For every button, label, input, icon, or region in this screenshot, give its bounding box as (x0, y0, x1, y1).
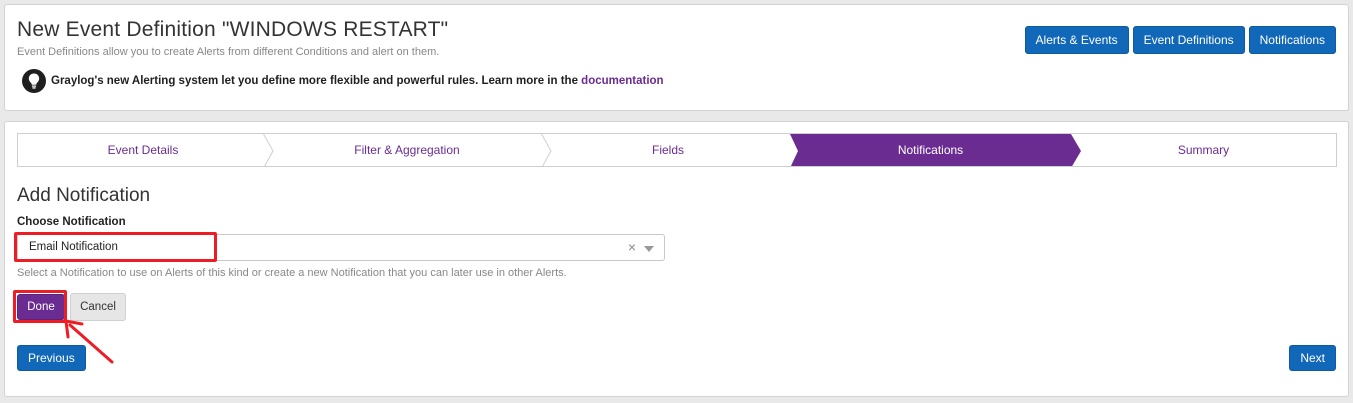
notification-select[interactable]: Email Notification × (17, 234, 665, 261)
wizard-steps: Event Details Filter & Aggregation Field… (17, 133, 1337, 167)
step-label: Fields (651, 143, 684, 157)
page-subtitle: Event Definitions allow you to create Al… (17, 46, 440, 58)
step-filter-aggregation[interactable]: Filter & Aggregation (268, 134, 552, 166)
page-title: New Event Definition "WINDOWS RESTART" (17, 18, 449, 41)
top-button-group: Alerts & Events Event Definitions Notifi… (1024, 26, 1336, 54)
step-notifications[interactable]: Notifications (790, 134, 1081, 166)
next-button[interactable]: Next (1289, 345, 1336, 371)
event-definitions-button[interactable]: Event Definitions (1132, 26, 1245, 54)
main-panel: Event Details Filter & Aggregation Field… (4, 121, 1349, 397)
lightbulb-icon (22, 69, 46, 93)
active-step-arrow (1071, 134, 1081, 166)
step-notch (790, 134, 798, 166)
choose-notification-label: Choose Notification (17, 216, 126, 228)
clear-icon[interactable]: × (628, 239, 636, 255)
step-label: Event Details (107, 143, 179, 157)
step-label: Filter & Aggregation (354, 143, 460, 157)
chevron-down-icon[interactable] (644, 246, 654, 252)
notice-text: Graylog's new Alerting system let you de… (51, 75, 582, 87)
done-button[interactable]: Done (17, 294, 65, 320)
header-panel: New Event Definition "WINDOWS RESTART" E… (4, 4, 1349, 111)
step-separator-icon (540, 134, 552, 166)
notifications-button[interactable]: Notifications (1248, 26, 1336, 54)
step-label: Summary (1177, 143, 1230, 157)
previous-button[interactable]: Previous (17, 345, 86, 371)
section-title: Add Notification (17, 185, 151, 206)
step-event-details[interactable]: Event Details (18, 134, 274, 166)
select-value: Email Notification (29, 241, 118, 253)
step-label: Notifications (897, 143, 964, 157)
alerts-events-button[interactable]: Alerts & Events (1024, 26, 1129, 54)
alerting-notice: Graylog's new Alerting system let you de… (51, 75, 664, 87)
help-text: Select a Notification to use on Alerts o… (17, 267, 567, 279)
step-separator-icon (262, 134, 274, 166)
documentation-link[interactable]: documentation (581, 75, 663, 87)
step-summary[interactable]: Summary (1071, 134, 1336, 166)
step-fields[interactable]: Fields (546, 134, 790, 166)
